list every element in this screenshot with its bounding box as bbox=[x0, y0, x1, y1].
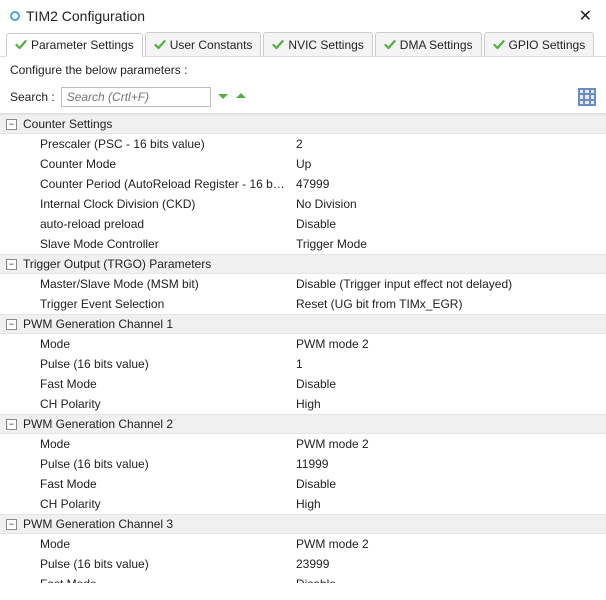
param-value[interactable]: Reset (UG bit from TIMx_EGR) bbox=[286, 297, 600, 311]
param-row[interactable]: Fast ModeDisable bbox=[0, 574, 606, 583]
param-value[interactable]: 11999 bbox=[286, 457, 600, 471]
param-value[interactable]: Disable bbox=[286, 577, 600, 583]
param-row[interactable]: ModePWM mode 2 bbox=[0, 334, 606, 354]
param-row[interactable]: Pulse (16 bits value)1 bbox=[0, 354, 606, 374]
param-label: Slave Mode Controller bbox=[6, 237, 286, 251]
expand-toggle-icon[interactable]: − bbox=[6, 319, 17, 330]
param-label: Counter Mode bbox=[6, 157, 286, 171]
param-row[interactable]: Master/Slave Mode (MSM bit)Disable (Trig… bbox=[0, 274, 606, 294]
grid-view-icon[interactable] bbox=[578, 88, 596, 106]
param-label: Trigger Event Selection bbox=[6, 297, 286, 311]
search-input[interactable] bbox=[61, 87, 211, 107]
expand-toggle-icon[interactable]: − bbox=[6, 259, 17, 270]
param-value[interactable]: PWM mode 2 bbox=[286, 437, 600, 451]
param-label: Mode bbox=[6, 537, 286, 551]
param-label: CH Polarity bbox=[6, 497, 286, 511]
check-icon bbox=[272, 39, 284, 51]
param-label: Pulse (16 bits value) bbox=[6, 557, 286, 571]
check-icon bbox=[493, 39, 505, 51]
app-icon bbox=[10, 11, 20, 21]
param-row[interactable]: Trigger Event SelectionReset (UG bit fro… bbox=[0, 294, 606, 314]
param-value[interactable]: Disable (Trigger input effect not delaye… bbox=[286, 277, 600, 291]
param-value[interactable]: High bbox=[286, 497, 600, 511]
param-row[interactable]: CH PolarityHigh bbox=[0, 494, 606, 514]
tab-dma-settings[interactable]: DMA Settings bbox=[375, 32, 482, 56]
param-row[interactable]: Slave Mode ControllerTrigger Mode bbox=[0, 234, 606, 254]
expand-toggle-icon[interactable]: − bbox=[6, 419, 17, 430]
param-label: Pulse (16 bits value) bbox=[6, 357, 286, 371]
section-header[interactable]: −PWM Generation Channel 3 bbox=[0, 514, 606, 534]
tab-label: User Constants bbox=[170, 38, 253, 52]
param-row[interactable]: Internal Clock Division (CKD)No Division bbox=[0, 194, 606, 214]
param-value[interactable]: Disable bbox=[286, 377, 600, 391]
param-value[interactable]: Up bbox=[286, 157, 600, 171]
configure-prompt: Configure the below parameters : bbox=[0, 57, 606, 83]
check-icon bbox=[154, 39, 166, 51]
param-value[interactable]: High bbox=[286, 397, 600, 411]
param-label: Counter Period (AutoReload Register - 16… bbox=[6, 177, 286, 191]
section-title: PWM Generation Channel 3 bbox=[23, 517, 173, 531]
tab-parameter-settings[interactable]: Parameter Settings bbox=[6, 33, 143, 57]
expand-toggle-icon[interactable]: − bbox=[6, 519, 17, 530]
check-icon bbox=[15, 39, 27, 51]
close-icon[interactable]: ✕ bbox=[575, 6, 596, 26]
param-row[interactable]: Counter Period (AutoReload Register - 16… bbox=[0, 174, 606, 194]
section-header[interactable]: −Trigger Output (TRGO) Parameters bbox=[0, 254, 606, 274]
section-title: PWM Generation Channel 2 bbox=[23, 417, 173, 431]
param-label: Fast Mode bbox=[6, 577, 286, 583]
section-title: PWM Generation Channel 1 bbox=[23, 317, 173, 331]
param-label: auto-reload preload bbox=[6, 217, 286, 231]
param-row[interactable]: Prescaler (PSC - 16 bits value)2 bbox=[0, 134, 606, 154]
param-value[interactable]: Disable bbox=[286, 217, 600, 231]
param-label: Master/Slave Mode (MSM bit) bbox=[6, 277, 286, 291]
check-icon bbox=[384, 39, 396, 51]
param-value[interactable]: 2 bbox=[286, 137, 600, 151]
param-label: Mode bbox=[6, 337, 286, 351]
tab-label: Parameter Settings bbox=[31, 38, 134, 52]
param-row[interactable]: Fast ModeDisable bbox=[0, 374, 606, 394]
tab-label: DMA Settings bbox=[400, 38, 473, 52]
param-label: Prescaler (PSC - 16 bits value) bbox=[6, 137, 286, 151]
param-value[interactable]: PWM mode 2 bbox=[286, 537, 600, 551]
search-label: Search : bbox=[10, 90, 55, 104]
parameter-list[interactable]: −Counter SettingsPrescaler (PSC - 16 bit… bbox=[0, 113, 606, 583]
param-label: CH Polarity bbox=[6, 397, 286, 411]
window-title: TIM2 Configuration bbox=[26, 8, 145, 24]
param-label: Mode bbox=[6, 437, 286, 451]
param-value[interactable]: Disable bbox=[286, 477, 600, 491]
param-label: Fast Mode bbox=[6, 477, 286, 491]
param-row[interactable]: CH PolarityHigh bbox=[0, 394, 606, 414]
param-value[interactable]: 1 bbox=[286, 357, 600, 371]
section-title: Trigger Output (TRGO) Parameters bbox=[23, 257, 211, 271]
param-label: Fast Mode bbox=[6, 377, 286, 391]
section-header[interactable]: −PWM Generation Channel 1 bbox=[0, 314, 606, 334]
tab-gpio-settings[interactable]: GPIO Settings bbox=[484, 32, 595, 56]
param-value[interactable]: No Division bbox=[286, 197, 600, 211]
param-value[interactable]: 47999 bbox=[286, 177, 600, 191]
section-title: Counter Settings bbox=[23, 117, 112, 131]
tab-label: NVIC Settings bbox=[288, 38, 363, 52]
tab-nvic-settings[interactable]: NVIC Settings bbox=[263, 32, 372, 56]
section-header[interactable]: −Counter Settings bbox=[0, 114, 606, 134]
expand-toggle-icon[interactable]: − bbox=[6, 119, 17, 130]
search-prev-icon[interactable] bbox=[235, 90, 247, 105]
tab-user-constants[interactable]: User Constants bbox=[145, 32, 262, 56]
param-row[interactable]: Pulse (16 bits value)23999 bbox=[0, 554, 606, 574]
param-value[interactable]: 23999 bbox=[286, 557, 600, 571]
param-row[interactable]: auto-reload preloadDisable bbox=[0, 214, 606, 234]
param-label: Internal Clock Division (CKD) bbox=[6, 197, 286, 211]
search-next-icon[interactable] bbox=[217, 90, 229, 105]
param-row[interactable]: Fast ModeDisable bbox=[0, 474, 606, 494]
param-value[interactable]: PWM mode 2 bbox=[286, 337, 600, 351]
tab-label: GPIO Settings bbox=[509, 38, 586, 52]
param-label: Pulse (16 bits value) bbox=[6, 457, 286, 471]
param-row[interactable]: Pulse (16 bits value)11999 bbox=[0, 454, 606, 474]
section-header[interactable]: −PWM Generation Channel 2 bbox=[0, 414, 606, 434]
param-row[interactable]: ModePWM mode 2 bbox=[0, 434, 606, 454]
param-row[interactable]: ModePWM mode 2 bbox=[0, 534, 606, 554]
param-value[interactable]: Trigger Mode bbox=[286, 237, 600, 251]
param-row[interactable]: Counter ModeUp bbox=[0, 154, 606, 174]
tab-bar: Parameter Settings User Constants NVIC S… bbox=[0, 32, 606, 57]
